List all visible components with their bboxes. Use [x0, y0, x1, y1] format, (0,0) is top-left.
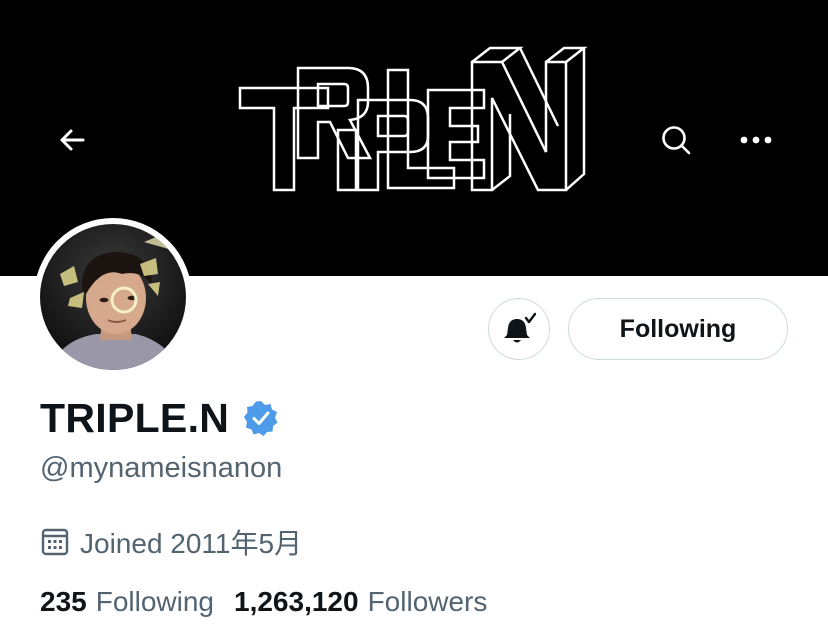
arrow-left-icon [60, 129, 85, 151]
calendar-icon [40, 527, 70, 557]
following-count: 235 [40, 586, 87, 617]
more-horizontal-icon [740, 136, 772, 144]
following-stat[interactable]: 235 Following [40, 586, 214, 618]
back-button[interactable] [44, 112, 100, 168]
followers-stat-label: Followers [367, 586, 488, 617]
search-icon [662, 126, 691, 155]
following-button[interactable]: Following [568, 298, 788, 360]
display-name: TRIPLE.N [40, 394, 230, 441]
bell-check-icon [504, 312, 536, 343]
join-date: Joined 2011年5月 [40, 522, 302, 562]
profile-avatar[interactable] [34, 218, 192, 376]
avatar-photo [40, 224, 186, 370]
username-handle: @mynameisnanon [40, 452, 283, 484]
join-date-text: Joined 2011年5月 [80, 528, 303, 559]
profile-name-row: TRIPLE.N [40, 392, 279, 444]
verified-badge-icon[interactable] [243, 400, 279, 436]
more-options-button[interactable] [728, 112, 784, 168]
following-stat-label: Following [95, 586, 214, 617]
follow-stats: 235 Following 1,263,120 Followers [40, 582, 507, 622]
search-button[interactable] [648, 112, 704, 168]
banner-logo-art [238, 46, 588, 192]
notifications-button[interactable] [488, 298, 550, 360]
followers-stat[interactable]: 1,263,120 Followers [234, 586, 487, 618]
followers-count: 1,263,120 [234, 586, 359, 617]
